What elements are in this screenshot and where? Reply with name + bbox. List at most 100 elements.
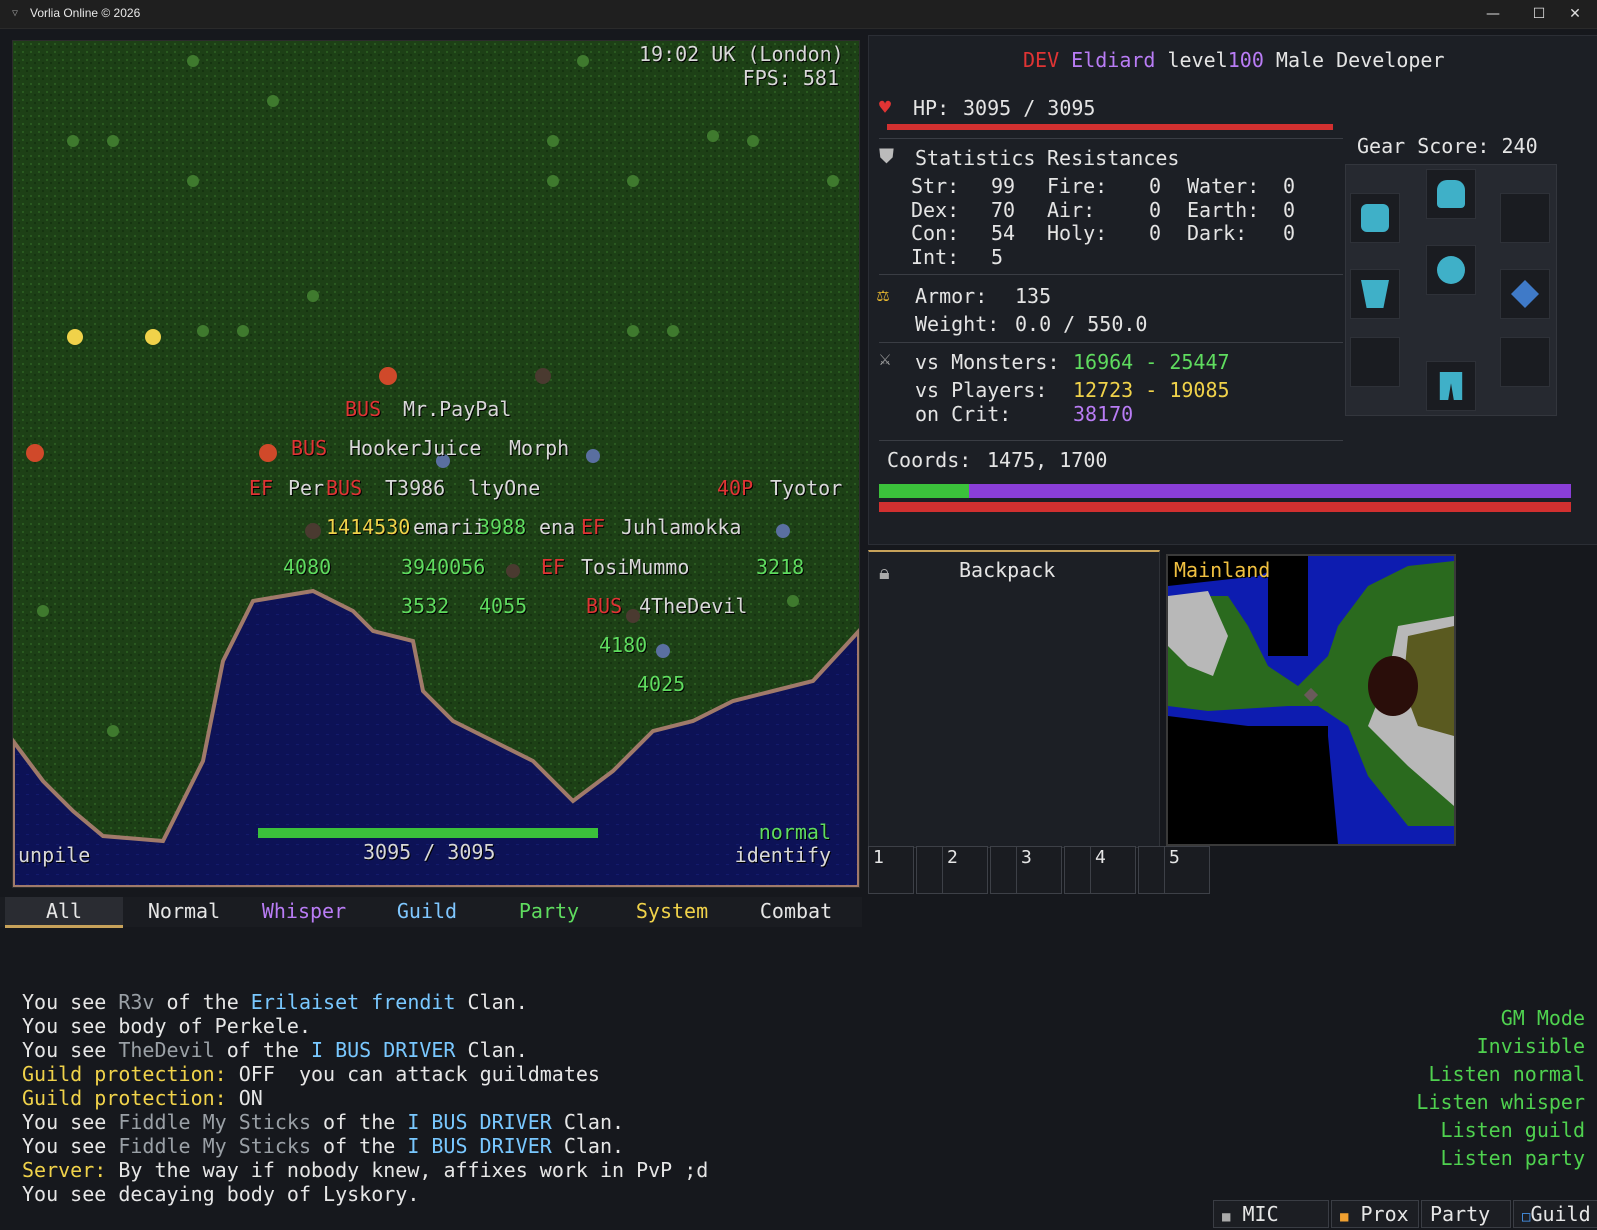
armor-slot[interactable] [1350,269,1400,319]
world-label[interactable]: Mr.PayPal [403,398,511,420]
hotbar-slot-1[interactable]: 1 [868,846,914,894]
listen-normal-toggle[interactable]: Listen normal [1428,1062,1585,1086]
resist-label: Dark: [1187,221,1248,245]
character-header: DEV Eldiard level100 Male Developer [1023,48,1444,72]
mask-icon [1437,256,1465,284]
world-label[interactable]: HookerJuice [349,437,481,459]
stat-value: 54 [991,221,1016,245]
backpack-panel[interactable]: 🔒︎ Backpack [868,550,1160,848]
chat-segment: Clan. [551,1134,625,1158]
helmet-icon [1437,180,1465,208]
chat-segment: Erilaiset frendit [250,990,456,1014]
stat-label: Str: [911,174,960,198]
axe-icon [1511,280,1539,308]
tab-normal[interactable]: Normal [125,897,243,925]
empty-slot[interactable] [1500,193,1550,243]
hotbar-slot-2[interactable]: 2 [942,846,988,894]
invisible-toggle[interactable]: Invisible [1477,1034,1585,1058]
chat-line: You see body of Perkele. [22,1014,822,1038]
stat-value: 70 [991,198,1016,222]
resist-label: Air: [1047,198,1096,222]
listen-party-toggle[interactable]: Listen party [1441,1146,1586,1170]
party-voice-button[interactable]: Party [1421,1200,1511,1228]
chat-segment: Clan. [551,1110,625,1134]
tab-combat[interactable]: Combat [737,897,855,925]
minimap-label: Mainland [1174,558,1271,582]
hp-bar-fill [887,124,1333,130]
stamina-bar-fill [879,484,969,498]
close-button[interactable]: ✕ [1552,0,1597,28]
prox-button[interactable]: ■ Prox [1331,1200,1419,1228]
weapon-slot[interactable] [1500,269,1550,319]
mic-button[interactable]: ■ MIC [1213,1200,1329,1228]
world-label[interactable]: ena [539,516,575,538]
hotbar-slot-3[interactable]: 3 [1016,846,1062,894]
guild-voice-button[interactable]: □Guild [1513,1200,1597,1228]
player-hp-fill [258,828,598,838]
world-label[interactable]: Tyotor [770,477,842,499]
chat-segment: Fiddle My Sticks [118,1134,311,1158]
helmet-slot[interactable] [1426,169,1476,219]
attack-mode[interactable]: normal [639,821,831,843]
tab-guild[interactable]: Guild [368,897,486,925]
chat-segment: R3v [118,990,155,1014]
crossed-swords-icon: ⚔ [879,346,892,370]
mana-bar [879,484,1571,498]
world-label: 3532 [401,594,450,618]
clock-readout: 19:02 UK (London) [639,42,844,66]
vs-players-value: 12723 - 19085 [1073,378,1230,402]
gm-mode-toggle[interactable]: GM Mode [1501,1006,1585,1030]
empty-slot[interactable] [1500,337,1550,387]
secondary-hp-bar [879,502,1571,512]
world-label: BUS [586,594,623,618]
tab-party[interactable]: Party [490,897,608,925]
chat-line: Server: By the way if nobody knew, affix… [22,1158,822,1182]
world-label[interactable]: Per [288,477,324,499]
world-label[interactable]: T3986 [385,477,445,499]
lock-icon[interactable]: 🔒︎ [879,560,890,584]
world-label[interactable]: emarii [413,516,485,538]
player-hp-bar [258,828,598,838]
coords-value: 1475, 1700 [987,448,1108,472]
character-panel: DEV Eldiard level100 Male Developer ♥ HP… [868,35,1597,545]
minimize-button[interactable]: — [1470,0,1516,28]
boots-slot[interactable] [1426,361,1476,411]
world-label: EF [581,515,606,539]
hotbar-slot-4[interactable]: 4 [1090,846,1136,894]
gloves-slot[interactable] [1350,193,1400,243]
weight-label: Weight: [915,312,1000,336]
tab-whisper[interactable]: Whisper [245,897,363,925]
chat-line: You see decaying body of Lyskory. [22,1182,822,1206]
empty-slot[interactable] [1350,337,1400,387]
equipment-grid [1345,164,1557,416]
armor-icon [1361,280,1389,308]
tab-system[interactable]: System [613,897,731,925]
chat-segment: I BUS DRIVER [407,1110,552,1134]
tab-all[interactable]: All [5,897,123,928]
minimap[interactable]: Mainland [1166,554,1456,846]
world-label[interactable]: TosiMummo [581,556,689,578]
world-label[interactable]: ltyOne [468,477,540,499]
chat-line: You see TheDevil of the I BUS DRIVER Cla… [22,1038,822,1062]
amulet-slot[interactable] [1426,245,1476,295]
world-label: 3218 [756,555,805,579]
character-description: Male Developer [1275,48,1445,72]
resist-value: 0 [1283,221,1296,245]
resist-label: Earth: [1187,198,1260,222]
cursor-mode[interactable]: identify [639,844,831,866]
listen-whisper-toggle[interactable]: Listen whisper [1416,1090,1585,1114]
world-label[interactable]: Morph [509,437,569,459]
world-label[interactable]: 4TheDevil [639,595,747,617]
mic-indicator-icon: ■ [1222,1209,1231,1225]
listen-guild-toggle[interactable]: Listen guild [1441,1118,1586,1142]
world-label: EF [249,476,274,500]
chat-segment: Clan. [455,990,528,1014]
world-label[interactable]: Juhlamokka [621,516,741,538]
vs-monsters-value: 16964 - 25447 [1073,350,1230,374]
chat-segment: of the [154,990,251,1014]
chat-segment: You see body of Perkele. [22,1014,311,1038]
chat-log[interactable]: You see R3v of the Erilaiset frendit Cla… [22,990,822,1206]
hotbar-slot-5[interactable]: 5 [1164,846,1210,894]
game-viewport[interactable]: 19:02 UK (London) FPS: 581 BUS Mr.PayPal… [12,40,860,888]
chat-segment: Fiddle My Sticks [118,1110,311,1134]
